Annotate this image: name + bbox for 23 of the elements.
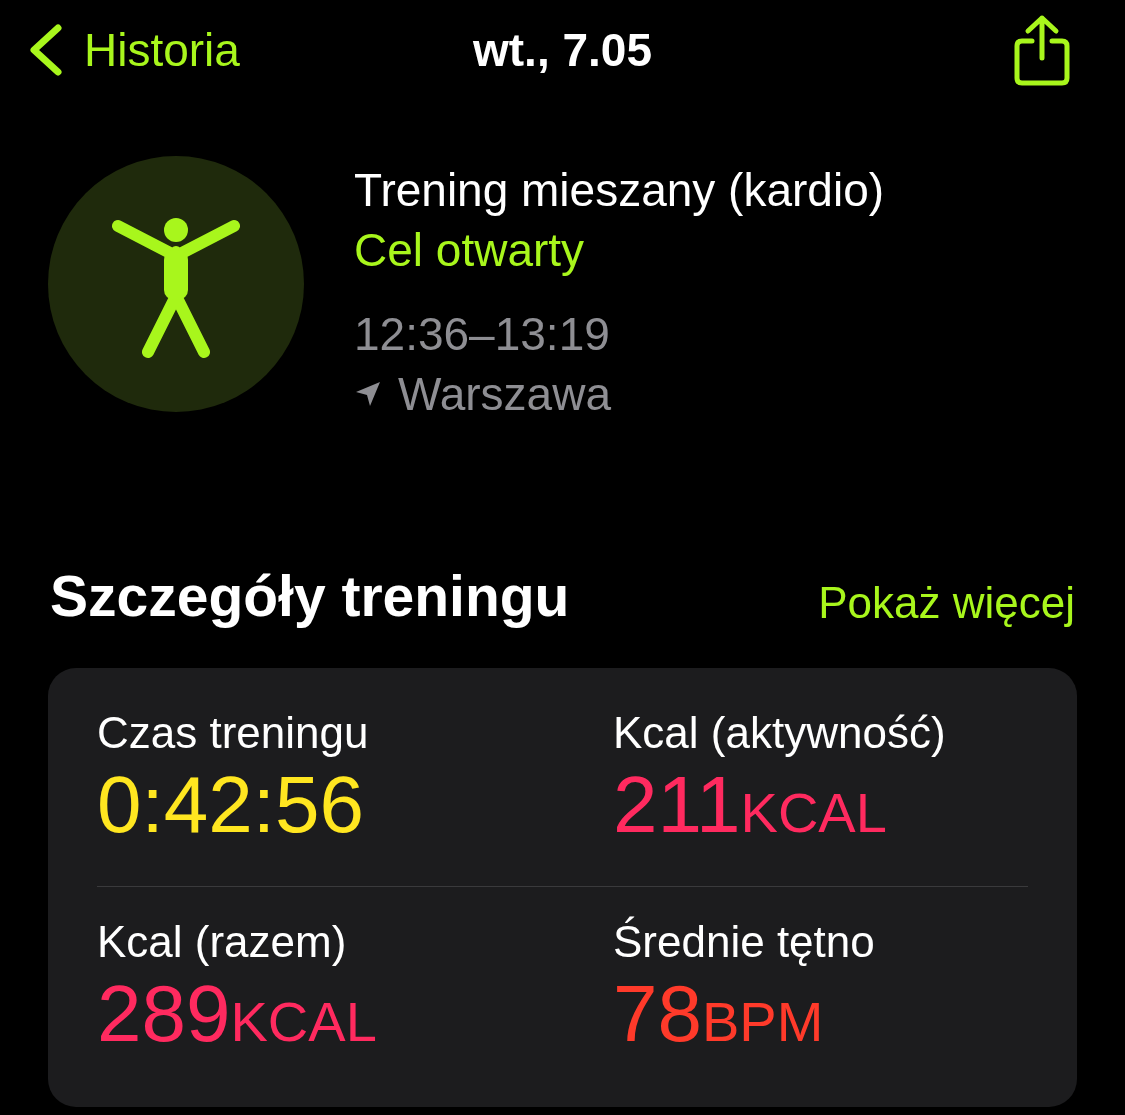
section-title: Szczegóły treningu xyxy=(50,563,570,630)
metric-value: 211 xyxy=(613,759,741,850)
metric-value: 289 xyxy=(97,968,231,1059)
metric-label: Średnie tętno xyxy=(613,915,876,968)
workout-name: Trening mieszany (kardio) xyxy=(354,163,885,218)
metric-unit: KCAL xyxy=(230,988,377,1055)
date-title: wt., 7.05 xyxy=(473,22,652,78)
metric-label: Kcal (razem) xyxy=(97,915,348,968)
metric-unit: KCAL xyxy=(740,779,887,846)
location-arrow-icon xyxy=(354,380,382,408)
metric-value: 78 xyxy=(613,968,702,1059)
workout-icon xyxy=(48,156,304,412)
metric-unit: BPM xyxy=(702,988,824,1055)
location-label: Warszawa xyxy=(398,367,611,422)
back-button[interactable]: Historia xyxy=(28,15,288,85)
metric-label: Kcal (aktywność) xyxy=(613,706,947,759)
metric-value: 0:42:56 xyxy=(97,759,364,850)
share-icon[interactable] xyxy=(1013,14,1071,86)
goal-label: Cel otwarty xyxy=(354,223,586,278)
back-icon xyxy=(28,24,62,76)
time-range: 12:36–13:19 xyxy=(354,307,611,362)
show-more-link[interactable]: Pokaż więcej xyxy=(818,569,1075,640)
metric-label: Czas treningu xyxy=(97,706,370,759)
